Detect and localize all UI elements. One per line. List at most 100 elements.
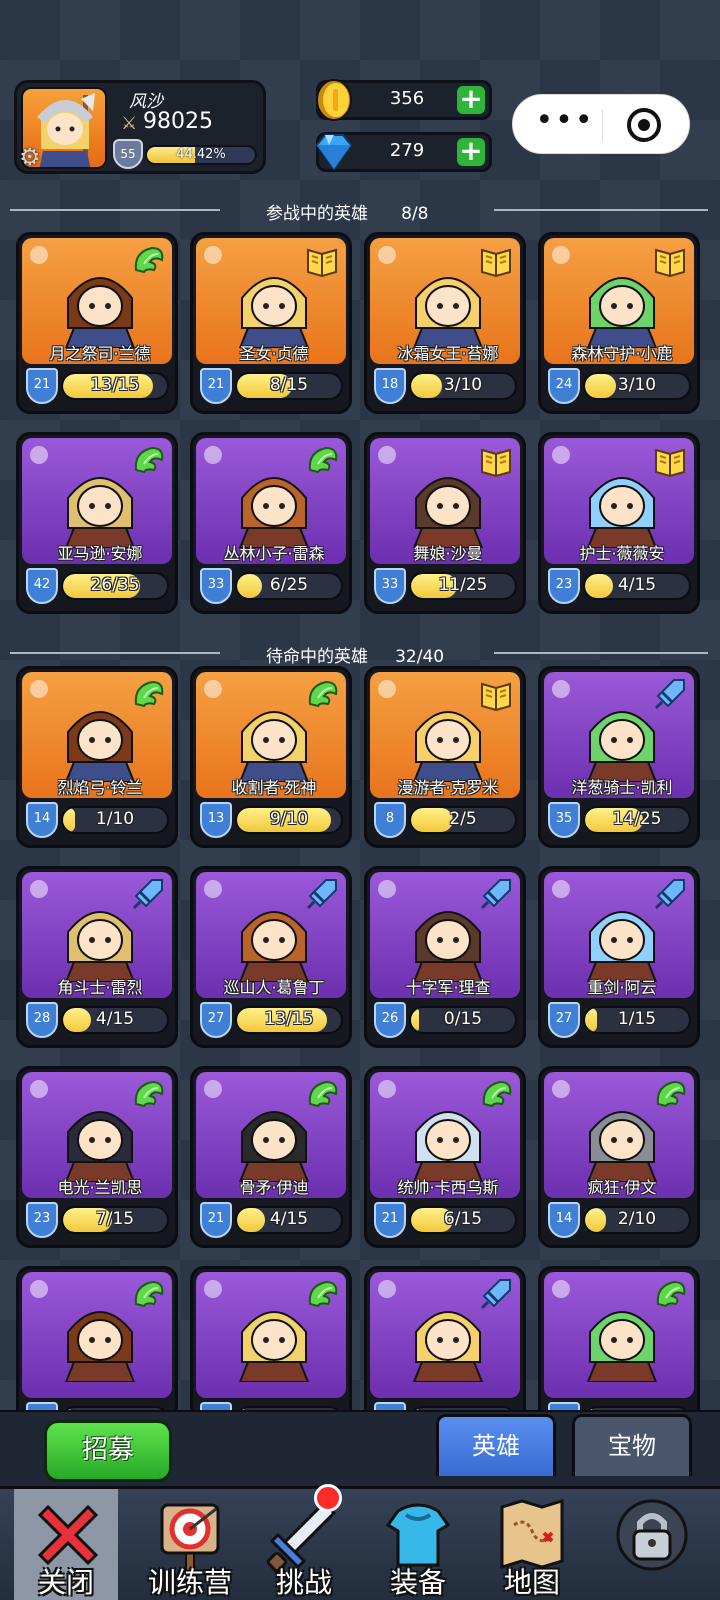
hero-card-art: 骨矛·伊迪: [196, 1072, 346, 1198]
hero-card[interactable]: 冰霜女王·苔娜 18 3/10: [364, 232, 526, 414]
player-profile-panel[interactable]: ⚙ 风沙 ⚔ 98025 55 44.42%: [14, 80, 266, 174]
hero-name: 重剑·阿云: [587, 978, 657, 997]
hero-card[interactable]: 角斗士·雷烈 28 4/15: [16, 866, 178, 1048]
hero-card-art: [544, 1272, 694, 1398]
hero-card[interactable]: 收割者·死神 13 9/10: [190, 666, 352, 848]
wing-icon: [652, 1076, 688, 1112]
nav-challenge-button[interactable]: 挑战: [242, 1489, 366, 1600]
wing-icon: [130, 242, 166, 278]
hero-card-art: [370, 1272, 520, 1398]
hero-card[interactable]: 十字军·理查 26 0/15: [364, 866, 526, 1048]
gold-coin-icon: [316, 79, 352, 121]
miniprogram-capsule: •••: [512, 94, 690, 154]
add-gems-button[interactable]: +: [457, 137, 485, 166]
hero-card[interactable]: 圣女·贞德 21 8/15: [190, 232, 352, 414]
nav-locked-button[interactable]: [590, 1489, 714, 1600]
hero-level-badge: 33: [374, 568, 406, 604]
hero-shard-progress: 9/10: [235, 806, 343, 834]
hero-progress-text: 0/15: [443, 1009, 483, 1029]
hero-shard-progress: 2/5: [409, 806, 517, 834]
hero-card[interactable]: 森林守护·小鹿 24 3/10: [538, 232, 700, 414]
card-shine: [378, 1280, 396, 1298]
hero-card[interactable]: 洋葱骑士·凯利 35 14/25: [538, 666, 700, 848]
hero-shard-progress: 4/15: [583, 572, 691, 600]
hero-shard-progress: 26/35: [61, 572, 169, 600]
hero-level-badge: 21: [200, 1202, 232, 1238]
hero-card[interactable]: 烈焰弓·铃兰 14 1/10: [16, 666, 178, 848]
hero-level-badge: 14: [26, 802, 58, 838]
hero-progress-text: 1/10: [95, 809, 135, 829]
hero-card[interactable]: 亚马逊·安娜 42 26/35: [16, 432, 178, 614]
hero-card-art: 舞娘·沙曼: [370, 438, 520, 564]
active-heroes-count: 8/8: [401, 204, 429, 224]
hero-progress-text: 9/10: [269, 809, 309, 829]
hero-card[interactable]: 护士·薇薇安 23 4/15: [538, 432, 700, 614]
hero-card[interactable]: 巡山人·葛鲁丁 27 13/15: [190, 866, 352, 1048]
hero-name: 角斗士·雷烈: [57, 978, 143, 997]
hero-name: 电光·兰凯思: [57, 1178, 143, 1197]
hero-level-badge: 14: [548, 1202, 580, 1238]
tab-treasure[interactable]: 宝物: [572, 1414, 692, 1476]
nav-label: 装备: [389, 1566, 446, 1599]
hero-card[interactable]: 丛林小子·雷森 33 6/25: [190, 432, 352, 614]
hero-progress-text: 4/15: [617, 575, 657, 595]
more-options-button[interactable]: •••: [535, 103, 595, 138]
nav-equipment-button[interactable]: 装备: [356, 1489, 480, 1600]
settings-gear-icon[interactable]: ⚙: [19, 143, 41, 171]
add-gold-button[interactable]: +: [457, 85, 485, 114]
hero-card[interactable]: 重剑·阿云 27 1/15: [538, 866, 700, 1048]
crossed-swords-icon: ⚔: [121, 113, 138, 134]
gold-amount: 356: [389, 88, 425, 109]
hero-card[interactable]: 统帅·卡西乌斯 21 6/15: [364, 1066, 526, 1248]
hero-progress-text: 2/10: [617, 1209, 657, 1229]
hero-shard-progress: 1/15: [583, 1006, 691, 1034]
hero-card[interactable]: 疯狂·伊文 14 2/10: [538, 1066, 700, 1248]
card-shine: [378, 680, 396, 698]
card-shine: [30, 246, 48, 264]
hero-level-badge: 28: [26, 1002, 58, 1038]
hero-name: 护士·薇薇安: [579, 544, 665, 563]
hero-name: 丛林小子·雷森: [223, 544, 325, 563]
tab-heroes[interactable]: 英雄: [436, 1414, 556, 1476]
section-divider-left: [10, 209, 220, 211]
hero-shard-progress: 3/10: [409, 372, 517, 400]
hero-shard-progress: 8/15: [235, 372, 343, 400]
hero-card[interactable]: 电光·兰凯思 23 7/15: [16, 1066, 178, 1248]
hero-progress-text: 7/15: [95, 1209, 135, 1229]
hero-name: 月之祭司·兰德: [49, 344, 151, 363]
gem-amount: 279: [389, 140, 425, 161]
sword-icon: [478, 876, 514, 912]
hero-progress-text: 6/15: [443, 1209, 483, 1229]
hero-card-art: 电光·兰凯思: [22, 1072, 172, 1198]
hero-name: 舞娘·沙曼: [413, 544, 483, 563]
card-shine: [552, 880, 570, 898]
gold-counter: 356 +: [316, 79, 492, 121]
hero-card[interactable]: 骨矛·伊迪 21 4/15: [190, 1066, 352, 1248]
nav-label: 训练营: [147, 1566, 232, 1599]
hero-level-badge: 24: [548, 368, 580, 404]
hero-card-art: 丛林小子·雷森: [196, 438, 346, 564]
card-shine: [204, 1280, 222, 1298]
hero-name: 森林守护·小鹿: [571, 344, 673, 363]
recruit-button[interactable]: 招募: [44, 1420, 172, 1482]
sword-icon: [130, 876, 166, 912]
hero-card[interactable]: 漫游者·克罗米 8 2/5: [364, 666, 526, 848]
hero-card-art: 角斗士·雷烈: [22, 872, 172, 998]
hero-card-art: 统帅·卡西乌斯: [370, 1072, 520, 1198]
nav-close-button[interactable]: 关闭: [14, 1489, 118, 1600]
hero-card[interactable]: 舞娘·沙曼 33 11/25: [364, 432, 526, 614]
card-shine: [204, 246, 222, 264]
hero-name: 亚马逊·安娜: [57, 544, 143, 563]
capsule-close-button[interactable]: [627, 108, 661, 142]
card-shine: [204, 880, 222, 898]
book-icon: [478, 442, 514, 478]
hero-progress-text: 6/25: [269, 575, 309, 595]
hero-name: 统帅·卡西乌斯: [397, 1178, 499, 1197]
hero-shard-progress: 14/25: [583, 806, 691, 834]
hero-name: 收割者·死神: [231, 778, 317, 797]
card-shine: [30, 446, 48, 464]
nav-map-button[interactable]: 地图: [470, 1489, 594, 1600]
nav-training-camp-button[interactable]: 训练营: [128, 1489, 252, 1600]
hero-card[interactable]: 月之祭司·兰德 21 13/15: [16, 232, 178, 414]
hero-card-art: 圣女·贞德: [196, 238, 346, 364]
